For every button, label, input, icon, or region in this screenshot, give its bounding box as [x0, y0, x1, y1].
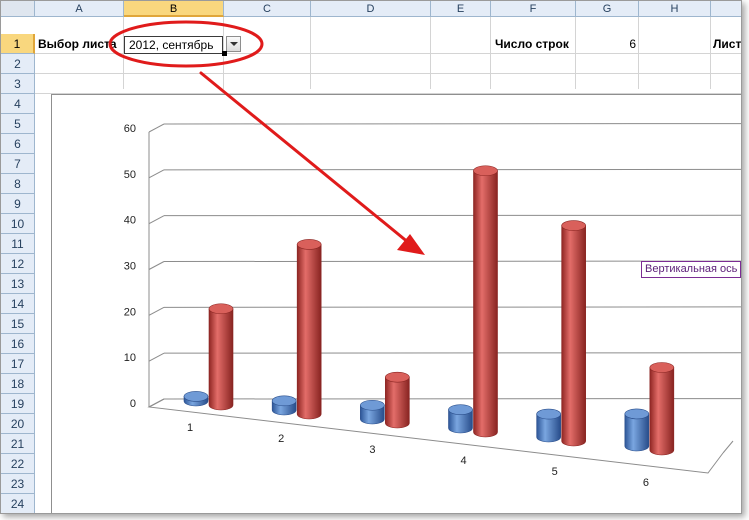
y-gridline-side: [148, 306, 165, 316]
chart-column: [208, 308, 234, 411]
chart-column-top: [649, 362, 675, 373]
chart-column-top: [271, 395, 297, 407]
y-tick-label: 10: [124, 352, 136, 364]
chart-column-top: [561, 220, 586, 231]
chart-column-top: [385, 371, 410, 383]
spreadsheet: A B C D E F G H 1 2 3 4 5 6 7 8 9 10 11 …: [0, 0, 742, 514]
chart-column-top: [183, 391, 209, 402]
y-tick-label: 0: [130, 398, 136, 410]
x-tick-label: 5: [552, 466, 558, 478]
x-tick-label: 3: [369, 444, 375, 456]
y-gridline-side: [148, 398, 165, 408]
y-gridline-side: [148, 215, 165, 225]
x-tick-label: 6: [643, 477, 649, 489]
axis-tooltip: Вертикальная ось: [641, 261, 741, 278]
y-gridline-side: [148, 261, 165, 270]
x-tick-label: 1: [187, 422, 193, 434]
chart-column: [624, 413, 650, 452]
y-tick-label: 40: [124, 215, 136, 227]
chart-column-top: [296, 239, 322, 250]
y-gridline-side: [148, 352, 165, 362]
chart-column-top: [360, 399, 385, 411]
x-tick-label: 2: [278, 433, 284, 445]
x-tick-label: 4: [461, 455, 467, 467]
chart-right-edge: [722, 440, 734, 454]
chart-column-top: [448, 404, 473, 415]
callout-ellipse: [108, 20, 264, 68]
y-gridline-side: [148, 123, 165, 133]
chart-column-top: [473, 165, 498, 177]
callout-arrow-line: [199, 71, 411, 245]
chart-column: [385, 376, 410, 429]
chart-column: [649, 367, 675, 456]
y-tick-label: 20: [124, 306, 136, 318]
y-tick-label: 60: [124, 123, 136, 135]
chart-column-top: [208, 303, 234, 315]
chart-column-top: [536, 408, 561, 420]
y-gridline-side: [148, 169, 165, 179]
chart-column: [473, 170, 498, 438]
y-tick-label: 30: [124, 261, 136, 273]
y-tick-label: 50: [124, 169, 136, 181]
chart-column: [561, 225, 586, 447]
column-chart-3d[interactable]: 0 10 20 30 40 50 60 1 2 3 4 5 6: [1, 1, 741, 513]
chart-column-top: [624, 408, 650, 420]
chart-column: [296, 244, 322, 420]
